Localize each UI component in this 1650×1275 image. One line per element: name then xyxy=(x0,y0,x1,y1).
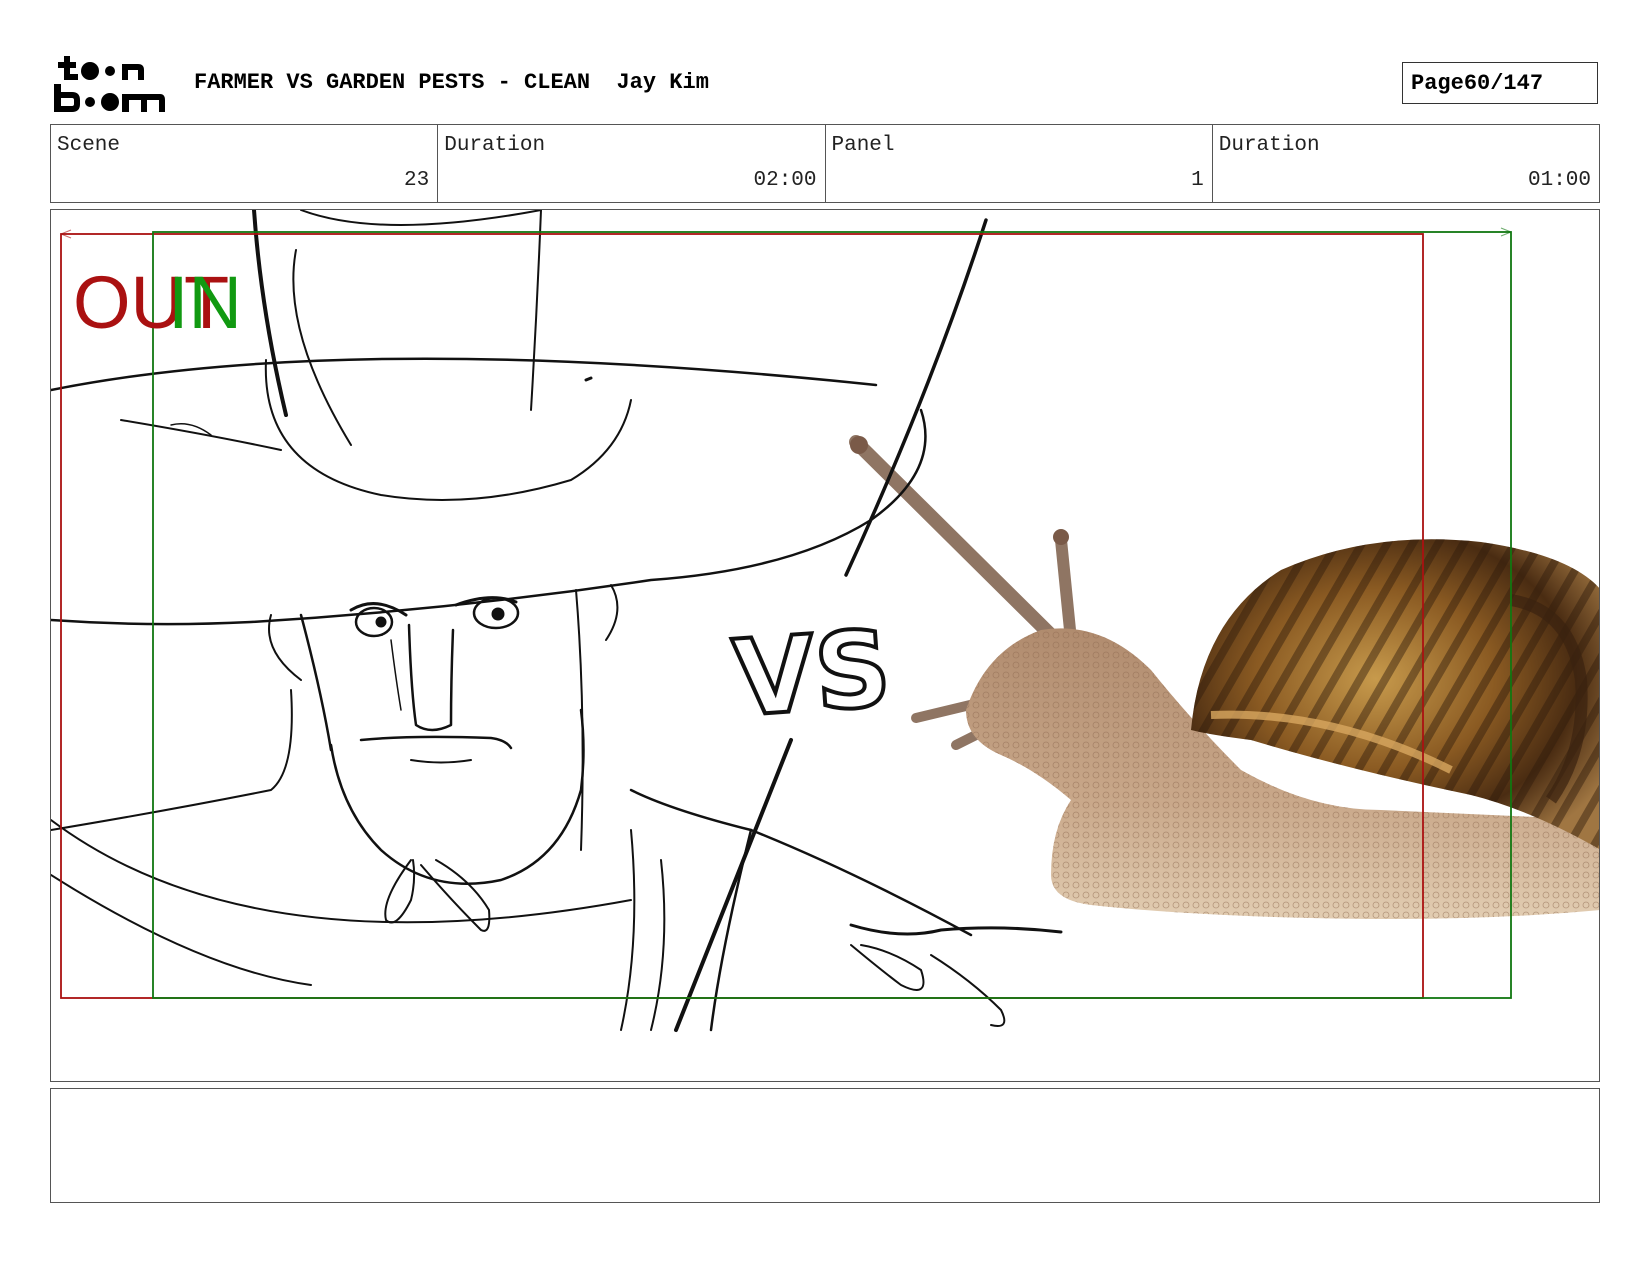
page-number: 60/147 xyxy=(1463,70,1544,96)
in-label: IN xyxy=(168,261,242,344)
panel-cell: Panel 1 xyxy=(826,125,1213,202)
page-label: Page xyxy=(1411,70,1464,96)
scene-duration-label: Duration xyxy=(444,134,546,157)
vs-lettering: VS xyxy=(728,606,897,743)
storyboard-panel: VS OUT IN xyxy=(50,209,1600,1082)
panel-artwork: VS OUT IN xyxy=(51,210,1599,1032)
scene-label: Scene xyxy=(57,134,121,157)
scene-duration-cell: Duration 02:00 xyxy=(438,125,826,202)
panel-duration-value: 01:00 xyxy=(1527,169,1591,192)
panel-duration-label: Duration xyxy=(1218,134,1320,157)
panel-value: 1 xyxy=(1191,169,1204,192)
scene-value: 23 xyxy=(404,169,430,192)
author-name: Jay Kim xyxy=(616,70,709,95)
page-indicator: Page 60/147 xyxy=(1402,62,1598,104)
header-title-line: FARMER VS GARDEN PESTS - CLEAN Jay Kim xyxy=(194,70,709,95)
dialog-notes-box xyxy=(50,1088,1600,1203)
panel-duration-cell: Duration 01:00 xyxy=(1213,125,1599,202)
panel-info-row: Scene 23 Duration 02:00 Panel 1 Duration… xyxy=(50,124,1600,203)
toonboom-logo xyxy=(52,52,167,114)
storyboard-title: FARMER VS GARDEN PESTS - CLEAN xyxy=(194,70,591,95)
panel-label: Panel xyxy=(831,134,895,157)
vs-text: VS xyxy=(730,608,895,741)
scene-duration-value: 02:00 xyxy=(753,169,817,192)
snail-image xyxy=(849,435,1599,919)
scene-cell: Scene 23 xyxy=(51,125,439,202)
